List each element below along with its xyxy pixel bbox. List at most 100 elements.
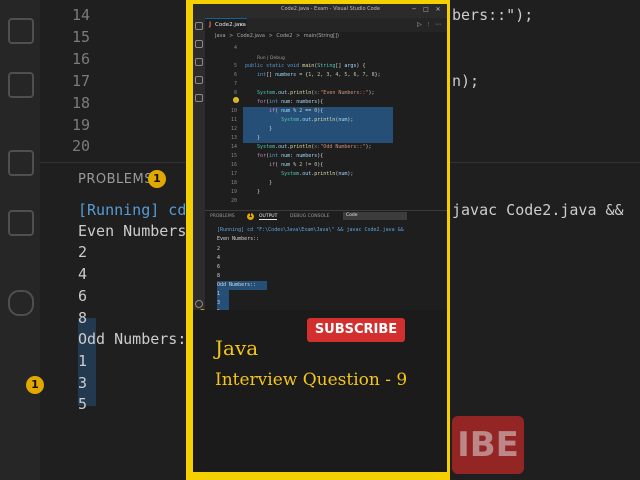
breadcrumb-item[interactable]: Code2.java — [237, 33, 265, 39]
title-bar: Code2.java - Exam - Visual Studio Code ─… — [193, 4, 447, 18]
code-line[interactable]: 15 for(int num: numbers){ — [205, 152, 447, 161]
background-output-line: 2 — [78, 243, 88, 261]
minimize-button[interactable]: ─ — [411, 7, 417, 13]
breadcrumb-item[interactable]: Java — [215, 33, 226, 39]
code-line[interactable]: 20 — [205, 197, 447, 206]
files-icon — [8, 18, 34, 44]
background-line-number: 16 — [72, 50, 91, 68]
background-output-line: 6 — [78, 287, 88, 305]
code-line[interactable]: 11 System.out.println(num); — [205, 116, 447, 125]
vscode-window: Code2.java - Exam - Visual Studio Code ─… — [193, 4, 447, 472]
line-number: 18 — [230, 180, 237, 186]
output-channel-select[interactable]: Code — [343, 212, 407, 220]
line-number: 13 — [230, 135, 237, 141]
breadcrumb-separator: > — [268, 33, 273, 39]
line-source: int[] numbers = {1, 2, 3, 4, 5, 6, 7, 8}… — [257, 72, 381, 78]
line-source: for(int num: numbers){ — [257, 153, 324, 159]
breadcrumb-item[interactable]: main(String[]) — [304, 33, 339, 39]
search-icon[interactable] — [195, 40, 203, 48]
line-number: 4 — [233, 45, 237, 51]
background-problems-badge: 1 — [148, 170, 166, 188]
line-source: System.out.println(x:"Even Numbers::"); — [257, 90, 375, 96]
extensions-icon[interactable] — [195, 94, 203, 102]
background-line-number: 17 — [72, 72, 91, 90]
tab-code2-java[interactable]: J Code2.java × — [205, 18, 247, 32]
code-line[interactable]: 10 if( num % 2 == 0){ — [205, 107, 447, 116]
code-line[interactable]: 14 System.out.println(x:"Odd Numbers::")… — [205, 143, 447, 152]
editor-actions-icon[interactable]: ▷ ⫶ ⋯ — [417, 21, 443, 29]
code-line[interactable]: 6 int[] numbers = {1, 2, 3, 4, 5, 6, 7, … — [205, 71, 447, 80]
code-line[interactable]: 18 } — [205, 179, 447, 188]
code-line[interactable]: 8 System.out.println(x:"Even Numbers::")… — [205, 89, 447, 98]
maximize-button[interactable]: □ — [423, 7, 429, 13]
run-debug-icon[interactable] — [195, 76, 203, 84]
background-line-number: 15 — [72, 28, 91, 46]
code-line[interactable]: 9 for(int num: numbers){ — [205, 98, 447, 107]
code-line[interactable]: 16 if( num % 2 != 0){ — [205, 161, 447, 170]
code-line[interactable]: 7 — [205, 80, 447, 89]
code-line[interactable]: 17 System.out.println(num); — [205, 170, 447, 179]
output-line: 1 — [217, 291, 221, 297]
explorer-icon[interactable] — [195, 22, 203, 30]
line-source: System.out.println(num); — [281, 171, 354, 177]
line-number: 19 — [230, 189, 237, 195]
lightning-icon — [8, 150, 34, 176]
line-number: 12 — [230, 126, 237, 132]
line-source: for(int num: numbers){ — [257, 99, 324, 105]
background-line-number: 19 — [72, 116, 91, 134]
subscribe-button[interactable]: SUBSCRIBE — [307, 318, 405, 342]
background-problems-tab: PROBLEMS — [78, 172, 153, 187]
background-output-line: 4 — [78, 265, 88, 283]
panel-tab-output[interactable]: OUTPUT — [259, 214, 278, 220]
source-control-icon[interactable] — [195, 58, 203, 66]
background-output-fragment: javac Code2.java && — [452, 201, 624, 219]
code-line[interactable]: 5 public static void main(String[] args) … — [205, 62, 447, 71]
window-title: Code2.java - Exam - Visual Studio Code — [281, 6, 380, 12]
background-code-fragment: n); — [452, 72, 480, 90]
background-code-fragment: bers::"); — [452, 6, 534, 24]
line-number: 20 — [230, 198, 237, 204]
background-line-number: 18 — [72, 94, 91, 112]
line-source: } — [245, 180, 273, 186]
line-number: 10 — [230, 108, 237, 114]
breadcrumb: Java > Code2.java > Code2 > main(String[… — [215, 33, 341, 43]
output-line: [Running] cd "F:\Codes\Java\Exam\Java\" … — [217, 227, 404, 233]
line-source: System.out.println(num); — [281, 117, 354, 123]
background-output-line: 1 — [78, 352, 88, 370]
line-source: } — [245, 189, 261, 195]
panel-tab-problems[interactable]: PROBLEMS — [210, 214, 235, 219]
output-line: 4 — [217, 255, 221, 261]
close-button[interactable]: ✕ — [435, 7, 441, 13]
code-line[interactable]: 12 } — [205, 125, 447, 134]
java-file-icon: J — [209, 21, 212, 28]
background-output-line: [Running] cd — [78, 201, 187, 219]
tab-close-icon[interactable]: × — [239, 22, 244, 28]
overlay-subtitle: Interview Question - 9 — [215, 370, 408, 390]
breadcrumb-item[interactable]: Code2 — [276, 33, 292, 39]
code-line[interactable]: 19 } — [205, 188, 447, 197]
line-number: 9 — [233, 99, 237, 105]
line-number: 16 — [230, 162, 237, 168]
panel-tab-debug-console[interactable]: DEBUG CONSOLE — [290, 214, 329, 219]
overlay-title: Java — [215, 336, 259, 360]
code-line[interactable]: 13 } — [205, 134, 447, 143]
output-line: Odd Numbers:: — [217, 282, 257, 288]
bottom-panel: PROBLEMS 1 OUTPUT DEBUG CONSOLE Code [Ru… — [205, 210, 447, 319]
line-number: 8 — [233, 90, 237, 96]
triangle-icon — [8, 210, 34, 236]
line-source: } — [245, 126, 273, 132]
code-editor[interactable]: Run | Debug 4 5 public static void main(St… — [205, 44, 447, 210]
editor-tabs: J Code2.java × ▷ ⫶ ⋯ — [205, 18, 447, 32]
output-line: 6 — [217, 264, 221, 270]
line-number: 15 — [230, 153, 237, 159]
line-number: 17 — [230, 171, 237, 177]
line-number: 6 — [233, 72, 237, 78]
account-icon[interactable] — [195, 300, 203, 308]
line-number: 14 — [230, 144, 237, 150]
codelens-run-debug[interactable]: Run | Debug — [257, 56, 285, 61]
line-number: 7 — [233, 81, 237, 87]
background-activity-badge: 1 — [26, 376, 44, 394]
code-line[interactable]: 4 — [205, 44, 447, 53]
breadcrumb-separator: > — [295, 33, 301, 39]
line-number: 11 — [230, 117, 237, 123]
